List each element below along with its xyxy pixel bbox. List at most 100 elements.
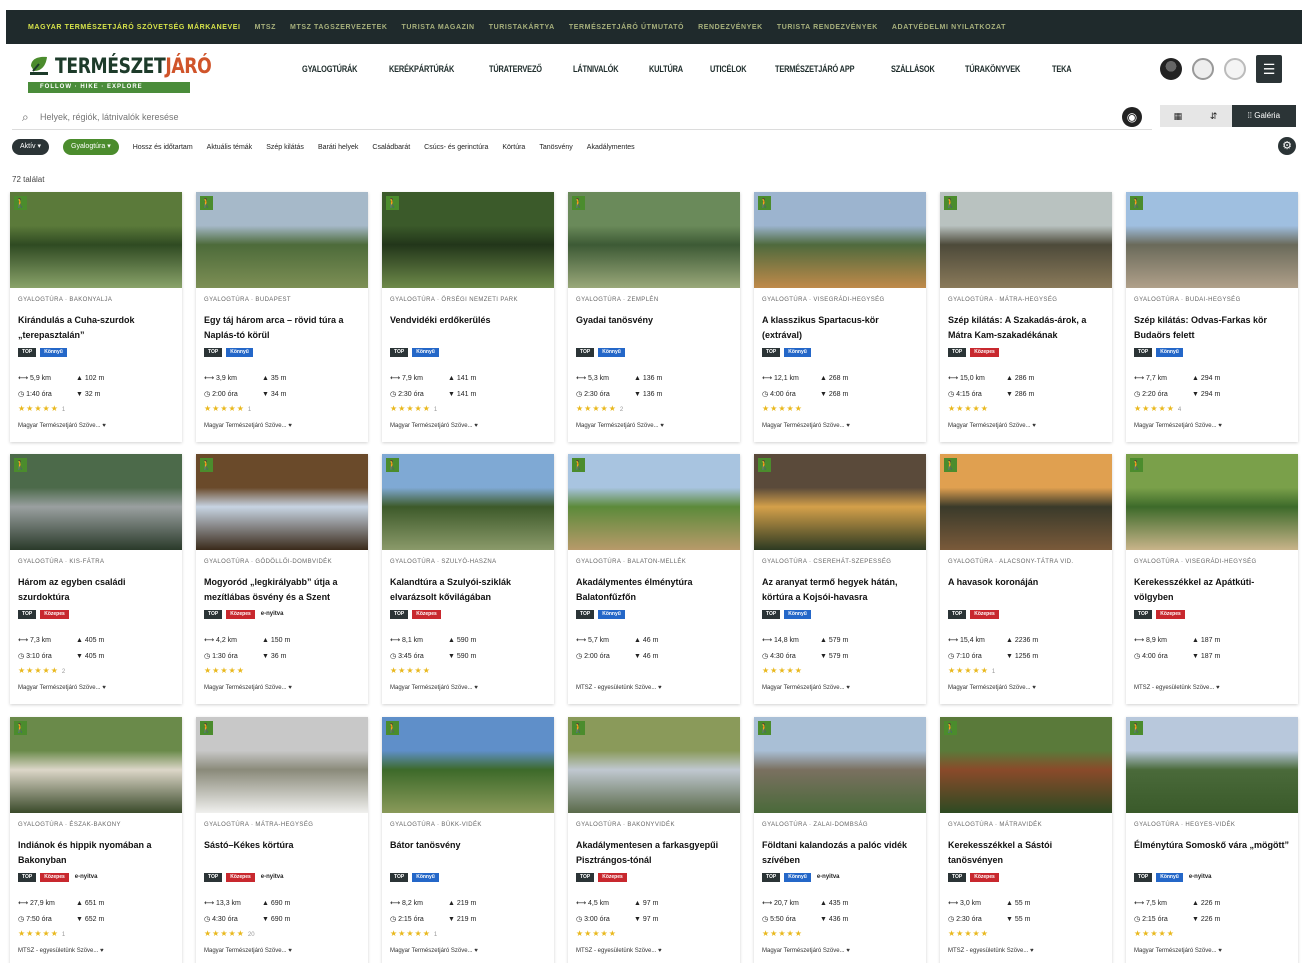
nav-item[interactable]: UTICÉLOK	[710, 64, 747, 74]
tour-thumbnail[interactable]: 🚶	[754, 454, 926, 550]
tour-author[interactable]: MTSZ - egyesületünk Szöve... ♥	[576, 948, 662, 954]
tour-card[interactable]: 🚶 GYALOGTÚRA · BÜKK-VIDÉK Bátor tanösvény T…	[382, 717, 554, 963]
tour-title[interactable]: Az aranyat termő hegyek hátán, körtúra a…	[762, 575, 920, 605]
tour-card[interactable]: 🚶 GYALOGTÚRA · CSEREHÁT-SZEPESSÉG Az arany…	[754, 454, 926, 704]
tour-author[interactable]: Magyar Természetjáró Szöve... ♥	[204, 423, 292, 429]
tour-card[interactable]: 🚶 GYALOGTÚRA · ÉSZAK-BAKONY Indiánok és hi…	[10, 717, 182, 963]
tour-thumbnail[interactable]: 🚶	[1126, 454, 1298, 550]
tour-author[interactable]: Magyar Természetjáró Szöve... ♥	[762, 948, 850, 954]
tour-card[interactable]: 🚶 GYALOGTÚRA · MÁTRAVIDÉK Kerekesszékkel a…	[940, 717, 1112, 963]
filter-settings-icon[interactable]: ⚙	[1278, 137, 1296, 155]
tour-title[interactable]: Három az egyben családi szurdoktúra	[18, 575, 176, 605]
sort-view-button[interactable]: ⇵	[1196, 105, 1232, 127]
tour-author[interactable]: MTSZ - egyesületünk Szöve... ♥	[948, 948, 1034, 954]
tour-card[interactable]: 🚶 GYALOGTÚRA · SZULYÓ-HASZNA Kalandtúra a …	[382, 454, 554, 704]
tour-thumbnail[interactable]: 🚶	[568, 454, 740, 550]
tour-card[interactable]: 🚶 GYALOGTÚRA · KIS-FÁTRA Három az egyben c…	[10, 454, 182, 704]
tour-author[interactable]: Magyar Természetjáró Szöve... ♥	[762, 423, 850, 429]
tour-title[interactable]: A havasok koronáján	[948, 575, 1106, 590]
globe-icon[interactable]	[1192, 58, 1214, 80]
tour-card[interactable]: 🚶 GYALOGTÚRA · VISEGRÁDI-HEGYSÉG Kerekessz…	[1126, 454, 1298, 704]
tour-thumbnail[interactable]: 🚶	[1126, 717, 1298, 813]
tour-card[interactable]: 🚶 GYALOGTÚRA · ÖRSÉGI NEMZETI PARK Vendvid…	[382, 192, 554, 442]
tour-thumbnail[interactable]: 🚶	[10, 192, 182, 288]
activity-filter-chip[interactable]: Gyalogtúra ▾	[63, 139, 119, 155]
nav-item[interactable]: TÚRAKÖNYVEK	[965, 64, 1020, 74]
tour-author[interactable]: Magyar Természetjáró Szöve... ♥	[948, 423, 1036, 429]
tour-title[interactable]: Akadálymentes élménytúra Balatonfűzfőn	[576, 575, 734, 605]
nav-item[interactable]: TEKA	[1052, 64, 1072, 74]
tour-author[interactable]: Magyar Természetjáró Szöve... ♥	[204, 948, 292, 954]
tour-thumbnail[interactable]: 🚶	[382, 454, 554, 550]
tour-thumbnail[interactable]: 🚶	[10, 717, 182, 813]
tour-card[interactable]: 🚶 GYALOGTÚRA · BAKONYVIDÉK Akadálymentesen…	[568, 717, 740, 963]
tour-card[interactable]: 🚶 GYALOGTÚRA · BUDAI-HEGYSÉG Szép kilátás:…	[1126, 192, 1298, 442]
topbar-link[interactable]: RENDEZVÉNYEK	[698, 24, 763, 31]
filter-option[interactable]: Családbarát	[372, 144, 410, 151]
tour-thumbnail[interactable]: 🚶	[940, 454, 1112, 550]
tour-author[interactable]: MTSZ - egyesületünk Szöve... ♥	[1134, 685, 1220, 691]
tour-title[interactable]: Kerekesszékkel a Sástói tanösvényen	[948, 838, 1106, 868]
site-logo[interactable]: TERMÉSZETJÁRÓ FOLLOW · HIKE · EXPLORE	[28, 52, 212, 94]
tour-author[interactable]: Magyar Természetjáró Szöve... ♥	[18, 423, 106, 429]
tour-title[interactable]: Szép kilátás: A Szakadás-árok, a Mátra K…	[948, 313, 1106, 343]
tour-author[interactable]: Magyar Természetjáró Szöve... ♥	[576, 423, 664, 429]
tour-thumbnail[interactable]: 🚶	[196, 454, 368, 550]
topbar-link[interactable]: ADATVÉDELMI NYILATKOZAT	[892, 24, 1006, 31]
tour-author[interactable]: Magyar Természetjáró Szöve... ♥	[18, 685, 106, 691]
tour-author[interactable]: MTSZ - egyesületünk Szöve... ♥	[576, 685, 662, 691]
locate-icon[interactable]: ◉	[1122, 107, 1142, 127]
tour-title[interactable]: Sástó–Kékes körtúra	[204, 838, 362, 853]
tour-title[interactable]: Földtani kalandozás a palóc vidék szívéb…	[762, 838, 920, 868]
filter-option[interactable]: Csúcs- és gerinctúra	[424, 144, 488, 151]
topbar-link[interactable]: MTSZ TAGSZERVEZETEK	[290, 24, 387, 31]
tour-author[interactable]: MTSZ - egyesületünk Szöve... ♥	[18, 948, 104, 954]
tour-thumbnail[interactable]: 🚶	[940, 717, 1112, 813]
topbar-link[interactable]: TERMÉSZETJÁRÓ ÚTMUTATÓ	[569, 24, 684, 31]
tour-card[interactable]: 🚶 GYALOGTÚRA · HEGYES-VIDÉK Élménytúra Som…	[1126, 717, 1298, 963]
tour-card[interactable]: 🚶 GYALOGTÚRA · VISEGRÁDI-HEGYSÉG A klasszi…	[754, 192, 926, 442]
tour-card[interactable]: 🚶 GYALOGTÚRA · BALATON-MELLÉK Akadálymente…	[568, 454, 740, 704]
tour-title[interactable]: Kirándulás a Cuha-szurdok „terepasztalán…	[18, 313, 176, 343]
tour-title[interactable]: Szép kilátás: Odvas-Farkas kör Budaörs f…	[1134, 313, 1292, 343]
tour-author[interactable]: Magyar Természetjáró Szöve... ♥	[1134, 948, 1222, 954]
map-view-button[interactable]: ▦	[1160, 105, 1196, 127]
tour-title[interactable]: A klasszikus Spartacus-kör (extrával)	[762, 313, 920, 343]
topbar-link[interactable]: TURISTAKÁRTYA	[489, 24, 555, 31]
filter-option[interactable]: Körtúra	[502, 144, 525, 151]
topbar-link[interactable]: MTSZ	[255, 24, 276, 31]
filter-option[interactable]: Baráti helyek	[318, 144, 358, 151]
tour-author[interactable]: Magyar Természetjáró Szöve... ♥	[204, 685, 292, 691]
tour-author[interactable]: Magyar Természetjáró Szöve... ♥	[948, 685, 1036, 691]
nav-item[interactable]: SZÁLLÁSOK	[891, 64, 935, 74]
tour-title[interactable]: Vendvidéki erdőkerülés	[390, 313, 548, 328]
tour-thumbnail[interactable]: 🚶	[568, 192, 740, 288]
filter-option[interactable]: Tanösvény	[539, 144, 572, 151]
topbar-link[interactable]: MAGYAR TERMÉSZETJÁRÓ SZÖVETSÉG MÁRKANEVE…	[28, 24, 241, 31]
tour-thumbnail[interactable]: 🚶	[196, 192, 368, 288]
tour-thumbnail[interactable]: 🚶	[382, 192, 554, 288]
tour-title[interactable]: Akadálymentesen a farkasgyepűi Pisztráng…	[576, 838, 734, 868]
tour-thumbnail[interactable]: 🚶	[10, 454, 182, 550]
nav-item[interactable]: TÚRATERVEZŐ	[489, 64, 542, 74]
tour-title[interactable]: Bátor tanösvény	[390, 838, 548, 853]
tour-title[interactable]: Gyadai tanösvény	[576, 313, 734, 328]
tour-title[interactable]: Indiánok és hippik nyomában a Bakonyban	[18, 838, 176, 868]
filter-option[interactable]: Szép kilátás	[266, 144, 304, 151]
tour-thumbnail[interactable]: 🚶	[568, 717, 740, 813]
nav-item[interactable]: LÁTNIVALÓK	[573, 64, 619, 74]
tour-card[interactable]: 🚶 GYALOGTÚRA · ALACSONY-TÁTRA VID. A havas…	[940, 454, 1112, 704]
topbar-link[interactable]: TURISTA RENDEZVÉNYEK	[777, 24, 878, 31]
tour-thumbnail[interactable]: 🚶	[754, 717, 926, 813]
tour-title[interactable]: Élménytúra Somoskő vára „mögött”	[1134, 838, 1292, 853]
tour-author[interactable]: Magyar Természetjáró Szöve... ♥	[390, 423, 478, 429]
hamburger-menu-button[interactable]: ☰	[1256, 55, 1282, 83]
filter-option[interactable]: Aktuális témák	[207, 144, 253, 151]
user-avatar-icon[interactable]	[1160, 58, 1182, 80]
tour-thumbnail[interactable]: 🚶	[754, 192, 926, 288]
gallery-view-button[interactable]: ⁞⁞ Galéria	[1231, 105, 1297, 127]
nav-item[interactable]: TERMÉSZETJÁRÓ APP	[775, 64, 855, 74]
tour-card[interactable]: 🚶 GYALOGTÚRA · ZALAI-DOMBSÁG Földtani kala…	[754, 717, 926, 963]
tour-thumbnail[interactable]: 🚶	[196, 717, 368, 813]
tour-title[interactable]: Kerekesszékkel az Apátkúti-völgyben	[1134, 575, 1292, 605]
